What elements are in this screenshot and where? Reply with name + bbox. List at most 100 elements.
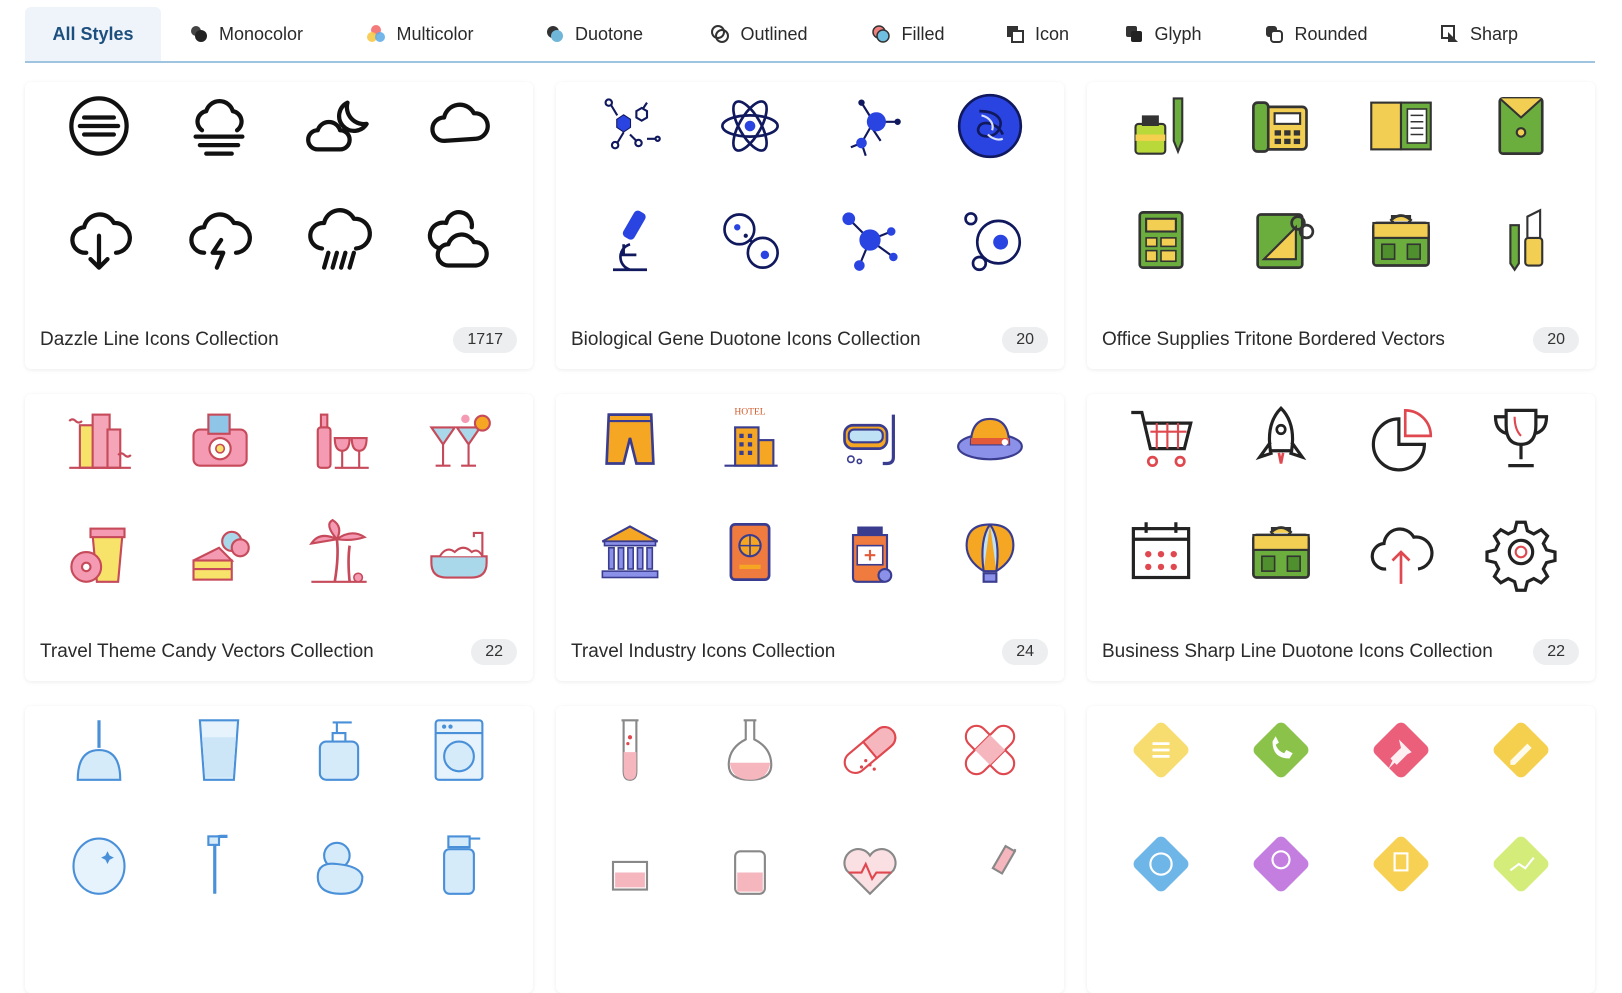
cocktails-icon[interactable] [399, 402, 519, 474]
fog-icon[interactable] [39, 90, 159, 162]
ink-pen-icon[interactable] [1101, 90, 1221, 162]
collection-card[interactable] [556, 706, 1064, 993]
sun-hat-icon[interactable] [930, 402, 1050, 474]
jar-icon[interactable] [690, 828, 810, 900]
tab-duotone[interactable]: Duotone [509, 7, 679, 61]
pill-capsule-icon[interactable] [810, 714, 930, 786]
collection-card[interactable]: Biological Gene Duotone Icons Collection… [556, 82, 1064, 369]
cell-division-icon[interactable] [690, 204, 810, 276]
trophy-icon[interactable] [1461, 402, 1581, 474]
heart-rate-icon[interactable] [810, 828, 930, 900]
collection-card[interactable]: Office Supplies Tritone Bordered Vectors… [1087, 82, 1595, 369]
city-buildings-icon[interactable] [39, 402, 159, 474]
bathtub-icon[interactable] [399, 516, 519, 588]
collection-title[interactable]: Biological Gene Duotone Icons Collection [571, 329, 921, 351]
camera-icon[interactable] [159, 402, 279, 474]
calculator-icon[interactable] [1101, 204, 1221, 276]
cloud-download-icon[interactable] [39, 204, 159, 276]
plunger-icon[interactable] [39, 714, 159, 786]
shower-icon[interactable] [159, 828, 279, 900]
location-pin-icon[interactable] [1221, 828, 1341, 900]
briefcase-icon[interactable] [1221, 516, 1341, 588]
atom-icon[interactable] [690, 90, 810, 162]
tab-glyph[interactable]: Glyph [1097, 7, 1229, 61]
tab-label: Rounded [1294, 23, 1368, 44]
collection-card[interactable]: Dazzle Line Icons Collection 1717 [25, 82, 533, 369]
tab-icon[interactable]: Icon [977, 7, 1097, 61]
hotel-icon[interactable]: HOTEL [690, 402, 810, 474]
water-glass-icon[interactable] [159, 714, 279, 786]
globe-icon[interactable] [1101, 828, 1221, 900]
wine-glasses-icon[interactable] [279, 402, 399, 474]
chart-icon[interactable] [1461, 828, 1581, 900]
stationery-tools-icon[interactable] [1221, 204, 1341, 276]
dna-circle-icon[interactable] [930, 90, 1050, 162]
diving-mask-icon[interactable] [810, 402, 930, 474]
beaker-icon[interactable] [570, 828, 690, 900]
collection-title[interactable]: Travel Theme Candy Vectors Collection [40, 641, 374, 663]
tab-rounded[interactable]: Rounded [1229, 7, 1403, 61]
tab-sharp[interactable]: Sharp [1403, 7, 1555, 61]
rocket-icon[interactable] [1221, 402, 1341, 474]
medicine-bottle-icon[interactable] [810, 516, 930, 588]
cells-icon[interactable] [930, 204, 1050, 276]
tab-monocolor[interactable]: Monocolor [161, 7, 331, 61]
collection-card[interactable]: Travel Theme Candy Vectors Collection 22 [25, 394, 533, 681]
hot-air-balloon-icon[interactable] [930, 516, 1050, 588]
collection-card[interactable]: HOTEL Travel Industry Icons Collection 24 [556, 394, 1064, 681]
molecule-nodes-icon[interactable] [810, 90, 930, 162]
calendar-icon[interactable] [1101, 516, 1221, 588]
collection-title[interactable]: Dazzle Line Icons Collection [40, 329, 279, 351]
pushpin-icon[interactable] [1341, 714, 1461, 786]
collection-title[interactable]: Travel Industry Icons Collection [571, 641, 835, 663]
cake-ice-cream-icon[interactable] [159, 516, 279, 588]
syringe-icon[interactable] [930, 828, 1050, 900]
rain-cloud-icon[interactable] [279, 204, 399, 276]
tab-all-styles[interactable]: All Styles [25, 7, 161, 61]
double-cloud-icon[interactable] [399, 204, 519, 276]
microscope-icon[interactable] [570, 204, 690, 276]
cloud-icon[interactable] [399, 90, 519, 162]
flask-icon[interactable] [690, 714, 810, 786]
test-tube-icon[interactable] [570, 714, 690, 786]
pie-chart-icon[interactable] [1341, 402, 1461, 474]
shopping-cart-icon[interactable] [1101, 402, 1221, 474]
outlined-icon [710, 24, 730, 44]
gear-icon[interactable] [1461, 516, 1581, 592]
telephone-icon[interactable] [1221, 90, 1341, 162]
tab-multicolor[interactable]: Multicolor [331, 7, 509, 61]
note-list-icon[interactable] [1101, 714, 1221, 786]
passport-icon[interactable] [690, 516, 810, 588]
tab-outlined[interactable]: Outlined [679, 7, 839, 61]
briefcase-icon[interactable] [1341, 204, 1461, 276]
collection-card[interactable]: Business Sharp Line Duotone Icons Collec… [1087, 394, 1595, 681]
tab-filled[interactable]: Filled [839, 7, 977, 61]
bandage-icon[interactable] [930, 714, 1050, 786]
coffee-donut-icon[interactable] [39, 516, 159, 588]
phone-call-icon[interactable] [1221, 714, 1341, 786]
spray-bottle-icon[interactable] [399, 828, 519, 900]
envelope-icon[interactable] [1461, 90, 1581, 162]
rubber-duck-icon[interactable] [279, 828, 399, 900]
palm-trees-icon[interactable] [279, 516, 399, 588]
washing-machine-icon[interactable] [399, 714, 519, 786]
folder-document-icon[interactable] [1341, 90, 1461, 162]
collection-card[interactable] [25, 706, 533, 993]
pencil-icon[interactable] [1461, 714, 1581, 786]
shorts-icon[interactable] [570, 402, 690, 474]
museum-icon[interactable] [570, 516, 690, 588]
collection-card[interactable] [1087, 706, 1595, 993]
collection-title[interactable]: Business Sharp Line Duotone Icons Collec… [1102, 641, 1493, 663]
cloud-upload-icon[interactable] [1341, 516, 1461, 588]
molecule-icon[interactable] [810, 204, 930, 276]
soap-dispenser-icon[interactable] [279, 714, 399, 786]
pencil-cutter-icon[interactable] [1461, 204, 1581, 276]
icon-count-badge: 24 [1002, 639, 1048, 665]
mirror-icon[interactable] [39, 828, 159, 900]
document-icon[interactable] [1341, 828, 1461, 900]
fog-cloud-icon[interactable] [159, 90, 279, 162]
moon-cloud-icon[interactable] [279, 90, 399, 162]
collection-title[interactable]: Office Supplies Tritone Bordered Vectors [1102, 329, 1445, 351]
thunder-cloud-icon[interactable] [159, 204, 279, 276]
molecule-structure-icon[interactable] [570, 90, 690, 162]
